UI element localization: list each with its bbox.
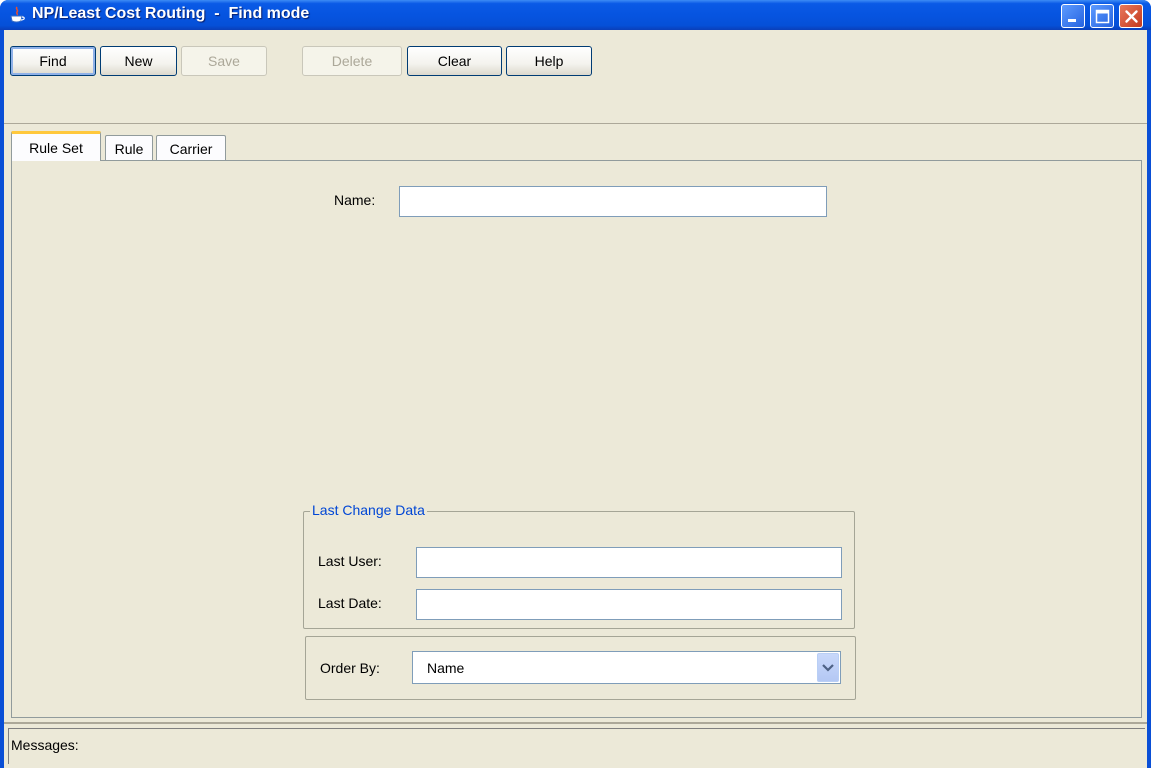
delete-button[interactable]: Delete	[302, 46, 402, 76]
window-client-area: Find New Save Delete Clear Help Rule Set…	[4, 30, 1147, 768]
maximize-icon	[1095, 9, 1110, 24]
new-button[interactable]: New	[100, 46, 177, 76]
app-window: NP/Least Cost Routing - Find mode Find N…	[0, 0, 1151, 768]
name-label: Name:	[334, 192, 376, 208]
chevron-down-icon	[822, 664, 834, 672]
window-title: NP/Least Cost Routing - Find mode	[32, 5, 310, 22]
clear-button[interactable]: Clear	[407, 46, 502, 76]
tab-rule[interactable]: Rule	[105, 135, 153, 161]
find-button[interactable]: Find	[10, 46, 96, 76]
order-by-select[interactable]: Name	[412, 651, 841, 684]
tab-strip: Rule Set Rule Carrier	[4, 131, 1147, 161]
java-cup-icon	[10, 6, 25, 23]
order-by-label: Order By:	[320, 660, 380, 676]
maximize-button[interactable]	[1090, 4, 1114, 28]
close-button[interactable]	[1119, 4, 1143, 28]
title-bar[interactable]: NP/Least Cost Routing - Find mode	[0, 0, 1151, 30]
order-by-group: Order By: Name	[305, 636, 856, 700]
last-date-label: Last Date:	[318, 595, 382, 611]
last-user-input[interactable]	[416, 547, 842, 578]
tab-carrier[interactable]: Carrier	[156, 135, 226, 161]
close-icon	[1125, 10, 1138, 23]
order-by-dropdown-button[interactable]	[817, 653, 839, 682]
last-change-data-group: Last Change Data Last User: Last Date:	[303, 502, 855, 629]
name-input[interactable]	[399, 186, 827, 217]
last-date-input[interactable]	[416, 589, 842, 620]
minimize-button[interactable]	[1061, 4, 1085, 28]
last-change-data-legend: Last Change Data	[310, 502, 427, 518]
messages-area: Messages:	[8, 728, 1145, 764]
order-by-selected-value: Name	[427, 660, 465, 676]
tab-rule-set[interactable]: Rule Set	[11, 131, 101, 161]
rule-set-panel: Name: Last Change Data Last User: Last D…	[11, 160, 1142, 718]
toolbar: Find New Save Delete Clear Help	[4, 30, 1147, 124]
messages-label: Messages:	[11, 737, 79, 753]
minimize-icon	[1068, 19, 1076, 22]
status-bar: Messages:	[4, 722, 1147, 768]
help-button[interactable]: Help	[506, 46, 592, 76]
save-button[interactable]: Save	[181, 46, 267, 76]
last-user-label: Last User:	[318, 553, 382, 569]
